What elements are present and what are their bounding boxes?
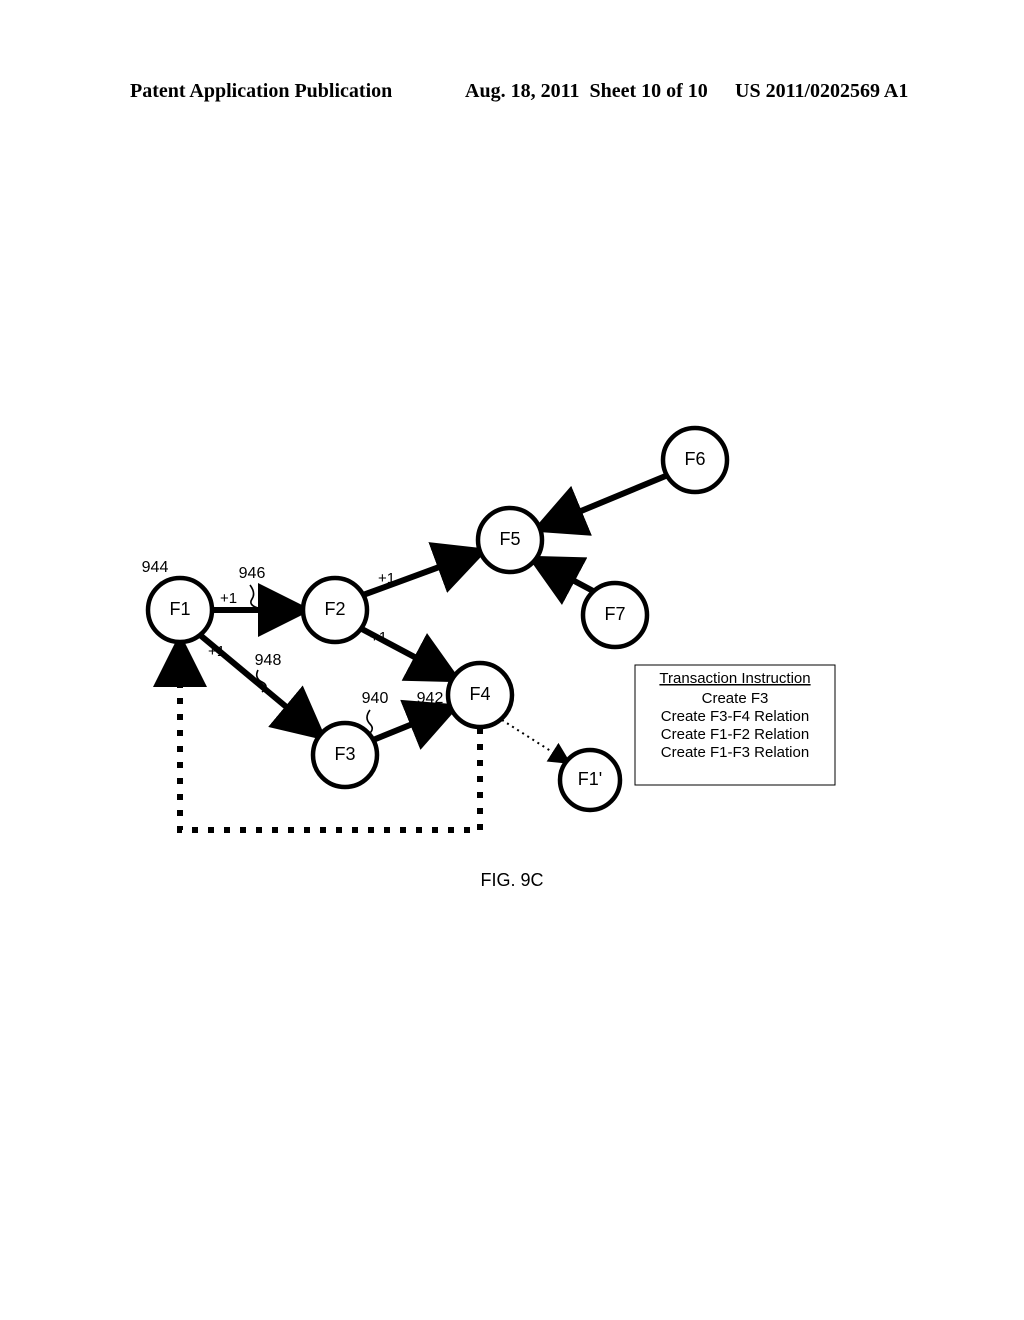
label-f1p: F1' xyxy=(578,769,602,789)
edge-f4-f1p xyxy=(502,720,568,762)
label-f4: F4 xyxy=(469,684,490,704)
header-pubno: US 2011/0202569 A1 xyxy=(735,80,908,103)
ref-940: 940 xyxy=(362,690,389,707)
edge-f7-f5 xyxy=(535,560,595,592)
ref-946: 946 xyxy=(239,565,266,582)
transaction-l4: Create F1-F3 Relation xyxy=(661,744,809,761)
diagram-svg: F1 F2 F5 F6 F7 F4 F3 F1' +1 +1 +1 +1 944… xyxy=(140,420,880,860)
transaction-title: Transaction Instruction xyxy=(659,670,810,687)
label-f1: F1 xyxy=(169,599,190,619)
label-f2: F2 xyxy=(324,599,345,619)
edge-f3-f4 xyxy=(373,708,452,740)
transaction-l1: Create F3 xyxy=(702,690,769,707)
label-f7: F7 xyxy=(604,604,625,624)
label-f5: F5 xyxy=(499,529,520,549)
ref-944: 944 xyxy=(142,559,169,576)
transaction-l3: Create F1-F2 Relation xyxy=(661,726,809,743)
figure-9c: F1 F2 F5 F6 F7 F4 F3 F1' +1 +1 +1 +1 944… xyxy=(140,420,880,860)
plus-f1f3: +1 xyxy=(208,643,225,660)
label-f6: F6 xyxy=(684,449,705,469)
page: Patent Application Publication Aug. 18, … xyxy=(0,0,1024,1320)
leader-946 xyxy=(250,585,258,608)
plus-f2f5: +1 xyxy=(378,570,395,587)
plus-f2f4: +1 xyxy=(370,629,387,646)
edge-f6-f5 xyxy=(540,475,668,528)
ref-942: 942 xyxy=(417,690,444,707)
header-date-sheet: Aug. 18, 2011 Sheet 10 of 10 xyxy=(465,80,708,103)
header-publication: Patent Application Publication xyxy=(130,80,392,103)
ref-948: 948 xyxy=(255,652,282,669)
plus-f1f2: +1 xyxy=(220,590,237,607)
figure-caption: FIG. 9C xyxy=(0,870,1024,891)
transaction-l2: Create F3-F4 Relation xyxy=(661,708,809,725)
label-f3: F3 xyxy=(334,744,355,764)
